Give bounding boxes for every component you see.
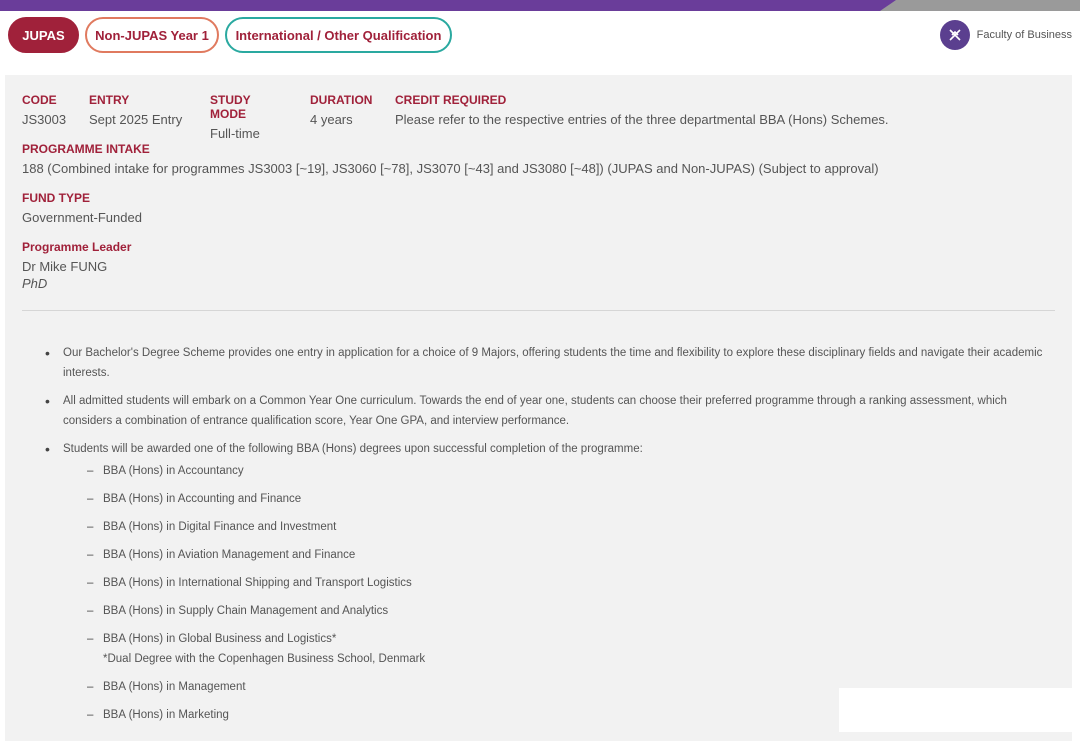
degree-item: BBA (Hons) in Supply Chain Management an… xyxy=(87,601,1057,621)
credit-label: CREDIT REQUIRED xyxy=(395,93,507,107)
degree-list: BBA (Hons) in Accountancy BBA (Hons) in … xyxy=(87,461,1057,725)
fund-type-block: FUND TYPE Government-Funded xyxy=(22,191,142,225)
degree-item: BBA (Hons) in Digital Finance and Invest… xyxy=(87,517,1057,537)
entry-value: Sept 2025 Entry xyxy=(89,112,183,127)
intake-value: 188 (Combined intake for programmes JS30… xyxy=(22,161,879,176)
duration-value: 4 years xyxy=(310,112,353,127)
top-accent-bar-grey xyxy=(880,0,1080,11)
faculty-logo-icon xyxy=(939,20,970,50)
faculty-name: Faculty of Business xyxy=(976,29,1072,41)
tab-international-other-qualification[interactable]: International / Other Qualification xyxy=(225,17,452,53)
programme-description-list: Our Bachelor's Degree Scheme provides on… xyxy=(45,343,1057,733)
code-value: JS3003 xyxy=(22,112,67,127)
programme-info-panel: CODE JS3003 ENTRY Sept 2025 Entry STUDY … xyxy=(5,75,1072,741)
leader-label: Programme Leader xyxy=(22,240,132,254)
bullet-text-3: Students will be awarded one of the foll… xyxy=(63,443,643,455)
study-mode-label: STUDY MODE xyxy=(210,93,251,121)
degree-item: BBA (Hons) in Accounting and Finance xyxy=(87,489,1057,509)
duration-column: DURATION 4 years xyxy=(310,93,373,141)
faculty-badge[interactable]: Faculty of Business xyxy=(939,20,1072,50)
blank-overlay-area xyxy=(839,688,1072,732)
study-mode-column: STUDY MODE Full-time xyxy=(210,93,286,141)
bullet-text-1: Our Bachelor's Degree Scheme provides on… xyxy=(63,347,1043,379)
entry-label: ENTRY xyxy=(89,93,130,107)
duration-label: DURATION xyxy=(310,93,373,107)
code-label: CODE xyxy=(22,93,57,107)
intake-label: PROGRAMME INTAKE xyxy=(22,142,150,156)
programme-leader-block: Programme Leader Dr Mike FUNG PhD xyxy=(22,240,131,291)
bullet-text-2: All admitted students will embark on a C… xyxy=(63,395,1007,427)
degree-item: BBA (Hons) in Aviation Management and Fi… xyxy=(87,545,1057,565)
list-item: Our Bachelor's Degree Scheme provides on… xyxy=(45,343,1057,383)
dual-degree-note: *Dual Degree with the Copenhagen Busines… xyxy=(103,653,426,665)
list-item: All admitted students will embark on a C… xyxy=(45,391,1057,431)
study-mode-value: Full-time xyxy=(210,126,260,141)
degree-item-label: BBA (Hons) in Global Business and Logist… xyxy=(103,633,337,645)
fund-type-label: FUND TYPE xyxy=(22,191,91,205)
tab-non-jupas-year-1[interactable]: Non-JUPAS Year 1 xyxy=(85,17,219,53)
programme-intake-block: PROGRAMME INTAKE 188 (Combined intake fo… xyxy=(22,142,879,176)
leader-title: PhD xyxy=(22,276,48,291)
credit-value: Please refer to the respective entries o… xyxy=(395,112,889,127)
credit-column: CREDIT REQUIRED Please refer to the resp… xyxy=(395,93,975,141)
section-divider xyxy=(22,310,1055,311)
tab-jupas[interactable]: JUPAS xyxy=(8,17,79,53)
degree-item-with-note: BBA (Hons) in Global Business and Logist… xyxy=(87,629,1057,669)
admission-route-tabs: JUPAS Non-JUPAS Year 1 International / O… xyxy=(8,17,452,53)
degree-item: BBA (Hons) in Accountancy xyxy=(87,461,1057,481)
entry-column: ENTRY Sept 2025 Entry xyxy=(89,93,186,141)
degree-item: BBA (Hons) in International Shipping and… xyxy=(87,573,1057,593)
leader-name: Dr Mike FUNG xyxy=(22,259,108,274)
code-column: CODE JS3003 xyxy=(22,93,67,141)
list-item: Students will be awarded one of the foll… xyxy=(45,439,1057,725)
programme-meta-row: CODE JS3003 ENTRY Sept 2025 Entry STUDY … xyxy=(22,93,999,141)
fund-type-value: Government-Funded xyxy=(22,210,142,225)
